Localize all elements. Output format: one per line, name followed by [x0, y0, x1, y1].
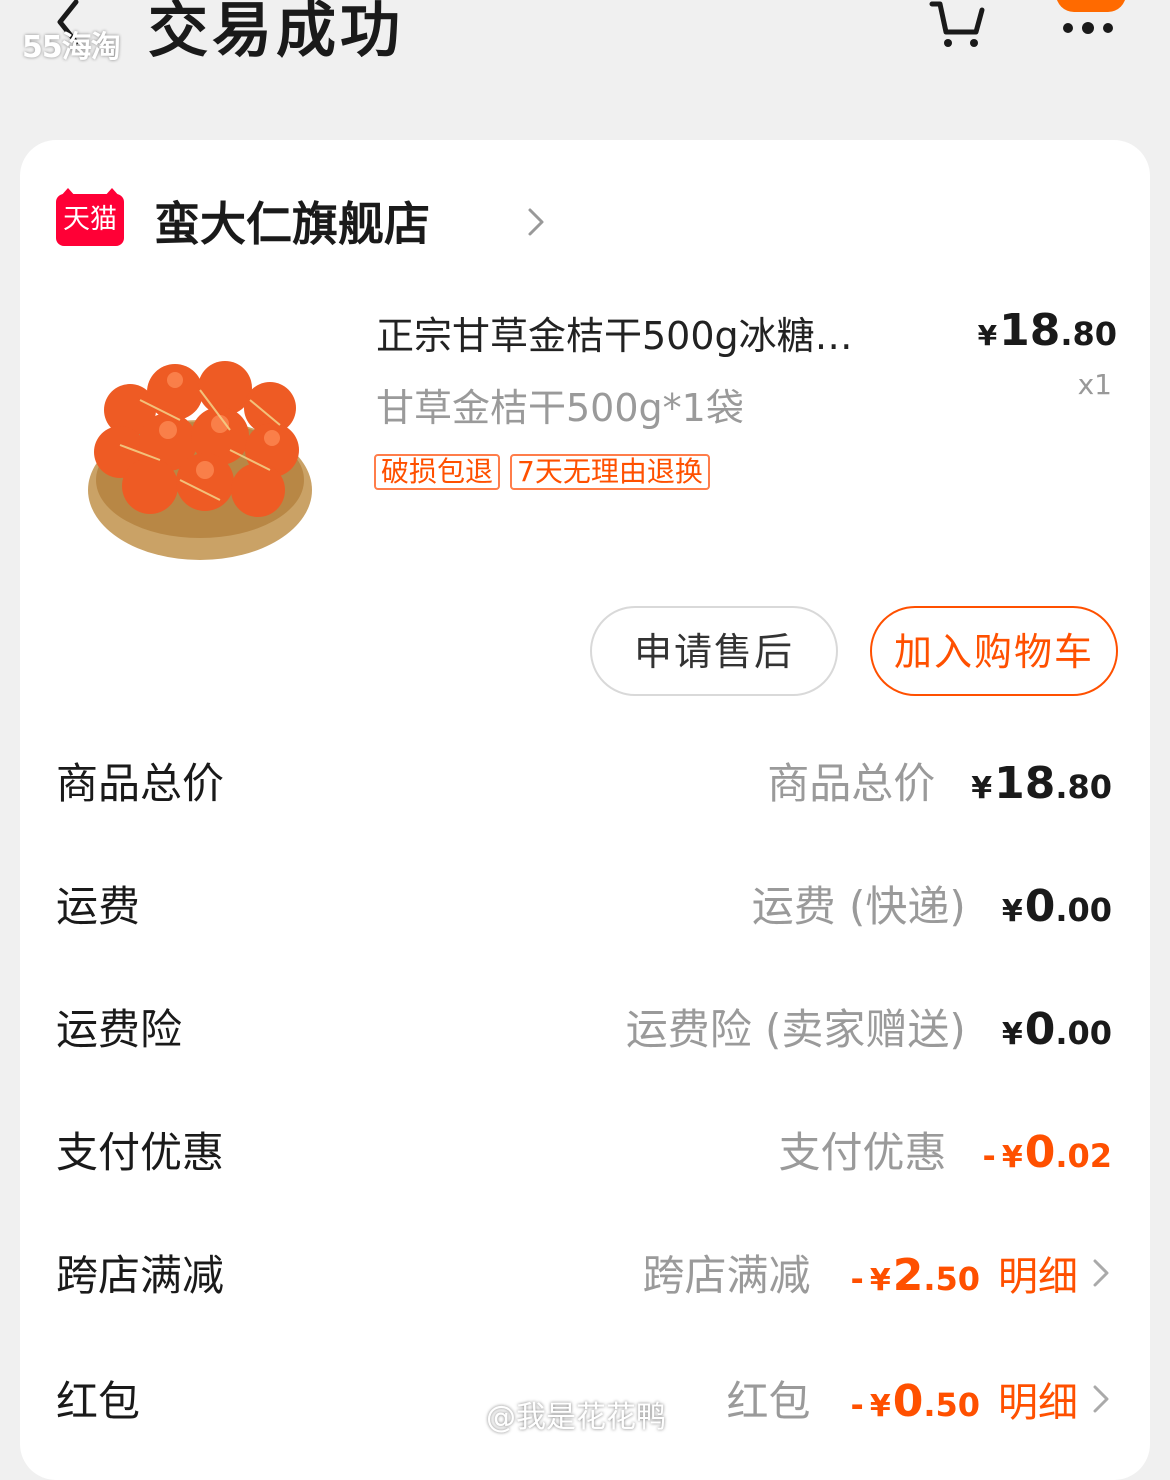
row-cross-store-discount[interactable]: 跨店满减 跨店满减 - ¥2.50 明细 [20, 1242, 1150, 1302]
chevron-right-icon [528, 208, 544, 236]
cart-icon[interactable] [928, 0, 986, 50]
more-menu[interactable] [1048, 0, 1128, 50]
currency-symbol: ¥ [1001, 1140, 1023, 1175]
fee-sublabel: 运费险 (卖家赠送) [625, 1005, 966, 1054]
product-image[interactable] [80, 330, 320, 570]
fee-value-group: 运费 (快递) ¥0.00 [752, 873, 1112, 933]
fee-amount: - ¥0.50 [851, 1376, 980, 1427]
shop-name[interactable]: 蛮大仁旗舰店 [154, 188, 430, 254]
amount-integer: 0 [1024, 1127, 1056, 1178]
row-shipping: 运费 运费 (快递) ¥0.00 [20, 873, 1150, 933]
product-sku: 甘草金桔干500g*1袋 [376, 386, 744, 430]
watermark-author: @我是花花鸭 [486, 1400, 666, 1435]
fee-amount: ¥0.00 [1002, 1004, 1112, 1055]
more-dots-icon[interactable] [1058, 20, 1118, 36]
row-shipping-insurance: 运费险 运费险 (卖家赠送) ¥0.00 [20, 996, 1150, 1056]
top-bar: 55海淘 交易成功 [0, 0, 1170, 110]
tag-damage-return: 破损包退 [374, 454, 501, 490]
shop-header[interactable]: 天猫 蛮大仁旗舰店 [56, 188, 656, 251]
page-title: 交易成功 [148, 0, 404, 66]
detail-link[interactable]: 明细 [998, 1244, 1112, 1302]
fee-label: 红包 [56, 1377, 141, 1426]
currency-symbol: ¥ [971, 771, 993, 806]
product-title[interactable]: 正宗甘草金桔干500g冰糖… [376, 305, 956, 360]
detail-label: 明细 [998, 1254, 1078, 1300]
tmall-logo-icon: 天猫 [56, 188, 124, 246]
amount-decimal: .00 [1055, 891, 1112, 929]
fee-label: 运费险 [56, 1005, 183, 1054]
fee-label: 支付优惠 [56, 1128, 225, 1177]
detail-label: 明细 [998, 1380, 1078, 1426]
chevron-right-icon [1093, 1385, 1109, 1413]
amount-decimal: .80 [1055, 768, 1112, 806]
fee-value-group: 跨店满减 - ¥2.50 明细 [643, 1242, 1112, 1302]
amount-decimal: .02 [1055, 1137, 1112, 1175]
product-price: ¥18.80 [978, 305, 1117, 356]
currency-symbol: ¥ [869, 1263, 891, 1298]
amount-integer: 2 [892, 1250, 924, 1301]
currency-symbol: ¥ [869, 1389, 891, 1424]
fee-sublabel: 支付优惠 [778, 1128, 947, 1177]
amount-decimal: .00 [1055, 1014, 1112, 1052]
row-subtotal: 商品总价 商品总价 ¥18.80 [20, 750, 1150, 810]
fee-label: 商品总价 [56, 759, 225, 808]
fee-sublabel: 红包 [726, 1377, 811, 1426]
fee-amount: - ¥2.50 [851, 1250, 980, 1301]
amount-integer: 0 [1024, 1004, 1056, 1055]
amount-integer: 18 [994, 758, 1056, 809]
amount-integer: 0 [892, 1376, 924, 1427]
fee-amount: - ¥0.02 [983, 1127, 1112, 1178]
order-card: 天猫 蛮大仁旗舰店 正宗甘草金桔干500g冰糖… 甘草金桔干500g*1袋 破损… [20, 140, 1150, 1480]
fee-value-group: 商品总价 ¥18.80 [767, 750, 1112, 810]
product-quantity: x1 [1077, 368, 1112, 401]
price-integer: 18 [999, 305, 1061, 356]
fee-sublabel: 跨店满减 [642, 1251, 811, 1300]
watermark-55haitao: 55海淘 [22, 30, 121, 65]
amount-decimal: .50 [923, 1260, 980, 1298]
chevron-right-icon [1093, 1259, 1109, 1287]
fee-sublabel: 商品总价 [767, 759, 936, 808]
fee-value-group: 支付优惠 - ¥0.02 [779, 1119, 1112, 1179]
detail-link[interactable]: 明细 [998, 1370, 1112, 1428]
price-decimal: .80 [1060, 315, 1117, 353]
row-payment-discount: 支付优惠 支付优惠 - ¥0.02 [20, 1119, 1150, 1179]
amount-decimal: .50 [923, 1386, 980, 1424]
notification-badge [1056, 0, 1126, 12]
minus-sign: - [982, 1137, 996, 1175]
after-sale-button[interactable]: 申请售后 [590, 606, 838, 696]
fee-amount: ¥0.00 [1002, 881, 1112, 932]
add-to-cart-button[interactable]: 加入购物车 [870, 606, 1118, 696]
fee-value-group: 红包 - ¥0.50 明细 [727, 1368, 1112, 1428]
fee-label: 跨店满减 [56, 1251, 225, 1300]
service-tags: 破损包退 7天无理由退换 [374, 454, 720, 492]
minus-sign: - [850, 1386, 864, 1424]
currency-symbol: ¥ [1001, 894, 1023, 929]
minus-sign: - [850, 1260, 864, 1298]
tag-7day-return: 7天无理由退换 [510, 454, 710, 490]
fee-amount: ¥18.80 [971, 758, 1112, 809]
fee-sublabel: 运费 (快递) [751, 882, 966, 931]
fee-label: 运费 [56, 882, 141, 931]
fee-value-group: 运费险 (卖家赠送) ¥0.00 [626, 996, 1112, 1056]
amount-integer: 0 [1024, 881, 1056, 932]
currency-symbol: ¥ [1001, 1017, 1023, 1052]
currency-symbol: ¥ [977, 319, 998, 352]
